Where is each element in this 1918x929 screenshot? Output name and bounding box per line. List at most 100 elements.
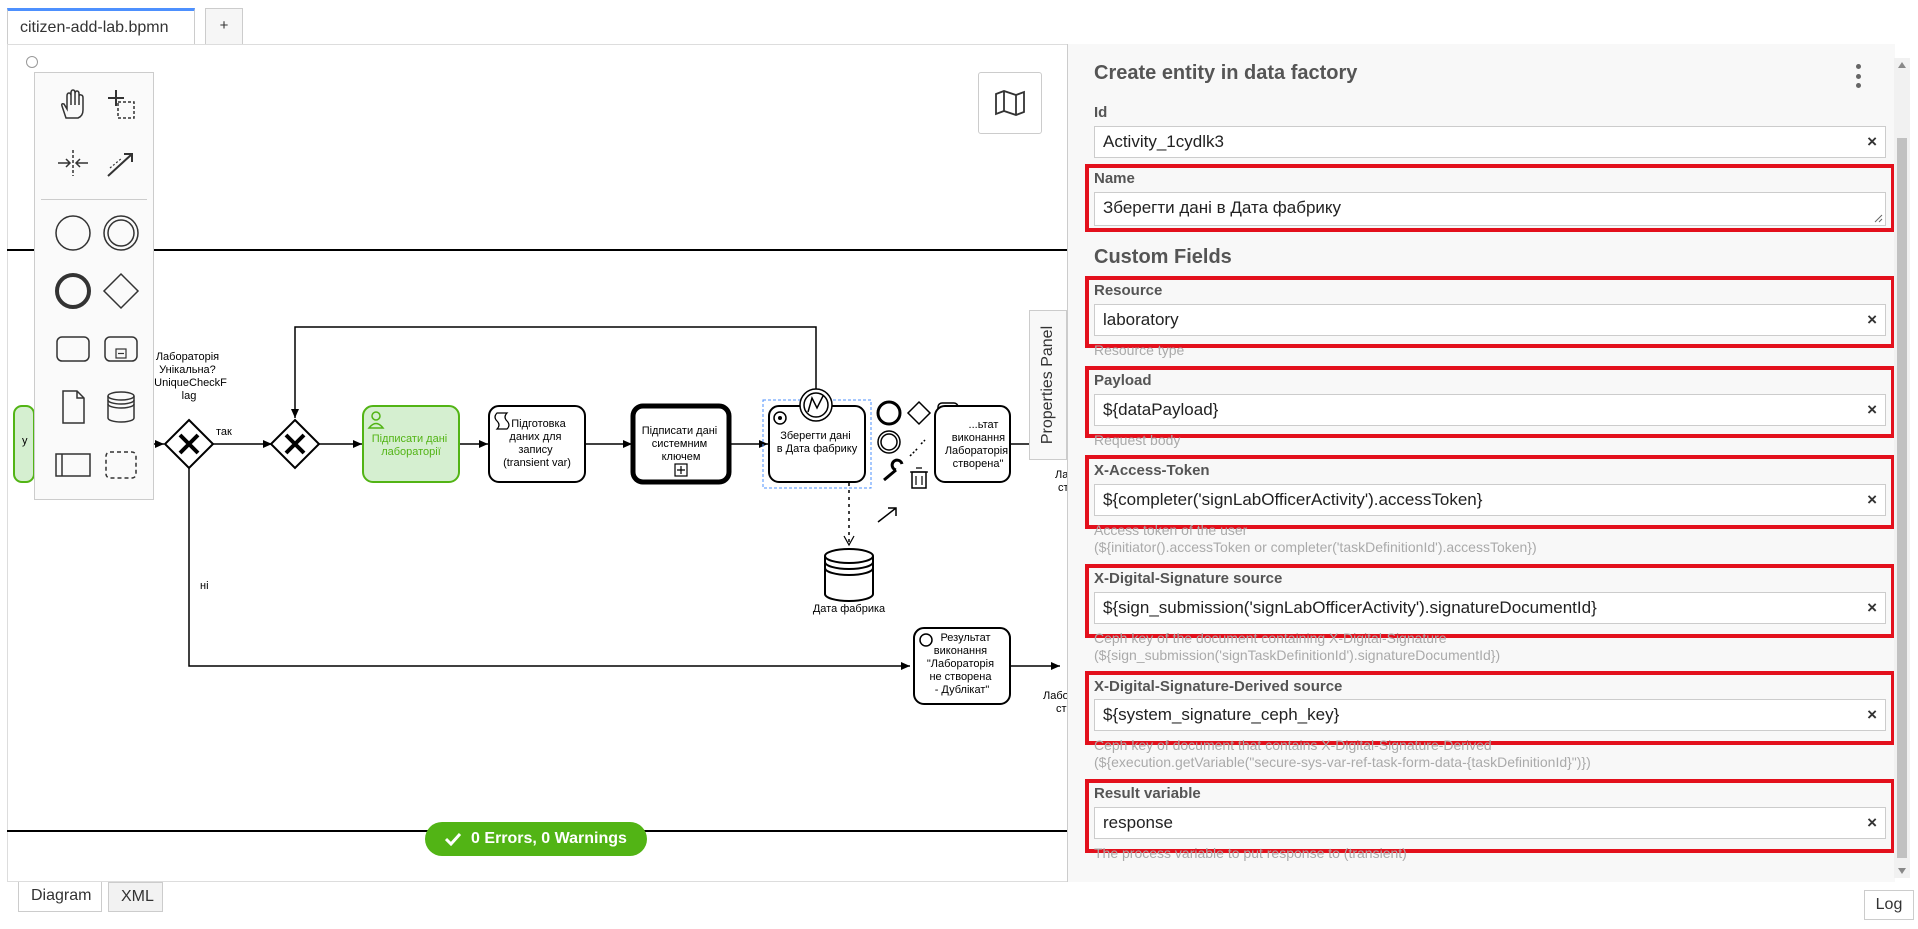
scrollbar-thumb[interactable] — [1897, 138, 1907, 858]
group-icon[interactable] — [99, 443, 143, 487]
tab-diagram[interactable]: Diagram — [18, 882, 102, 912]
panel-scrollbar[interactable] — [1894, 58, 1910, 878]
user-task-partial-label: у — [22, 435, 28, 447]
result-variable-value: response — [1103, 813, 1173, 832]
signature-source-clear-icon[interactable]: × — [1867, 593, 1877, 623]
derived-source-clear-icon[interactable]: × — [1867, 700, 1877, 730]
flow-loop-back[interactable] — [291, 326, 817, 418]
signature-source-value: ${sign_submission('signLabOfficerActivit… — [1103, 598, 1597, 617]
connect-icon[interactable] — [877, 507, 897, 523]
derived-source-description: Ceph key of document that contains X-Dig… — [1094, 737, 1492, 753]
user-task-sign-lab-label: Підписати дані лабораторії — [372, 433, 451, 458]
append-gateway-icon[interactable] — [906, 400, 932, 426]
space-tool-icon[interactable] — [51, 141, 95, 185]
signature-source-label: X-Digital-Signature source — [1094, 570, 1283, 587]
payload-clear-icon[interactable]: × — [1867, 395, 1877, 425]
signature-source-description: Ceph key of the document containing X-Di… — [1094, 630, 1447, 646]
tab-file-label: citizen-add-lab.bpmn — [20, 19, 169, 36]
access-token-input[interactable]: ${completer('signLabOfficerActivity').ac… — [1094, 484, 1886, 516]
validation-status[interactable]: 0 Errors, 0 Warnings — [425, 822, 647, 856]
payload-label: Payload — [1094, 372, 1152, 389]
intermediate-event-icon[interactable] — [99, 211, 143, 255]
id-input[interactable]: Activity_1cydlk3 × — [1094, 126, 1886, 158]
derived-source-description-2: (${execution.getVariable("secure-sys-var… — [1094, 754, 1591, 770]
wrench-icon[interactable] — [883, 458, 904, 482]
resource-input[interactable]: laboratory × — [1094, 304, 1886, 336]
name-textarea[interactable]: Зберегти дані в Дата фабрику — [1094, 192, 1886, 226]
data-object-icon[interactable] — [51, 385, 95, 429]
append-end-event-icon[interactable] — [876, 400, 902, 426]
start-event-icon[interactable] — [51, 211, 95, 255]
checkmark-icon — [445, 832, 462, 846]
panel-title: Create entity in data factory — [1094, 62, 1358, 84]
pool-icon[interactable] — [51, 443, 95, 487]
scroll-down-icon[interactable] — [1898, 868, 1906, 874]
data-store-icon[interactable] — [99, 385, 143, 429]
id-label: Id — [1094, 104, 1108, 121]
result-variable-input[interactable]: response × — [1094, 807, 1886, 839]
access-token-clear-icon[interactable]: × — [1867, 485, 1877, 515]
result-variable-description: The process variable to put response to … — [1094, 845, 1407, 861]
tab-xml[interactable]: XML — [108, 882, 163, 912]
id-value: Activity_1cydlk3 — [1103, 132, 1224, 151]
signature-source-description-2: (${sign_submission('signTaskDefinitionId… — [1094, 647, 1501, 663]
add-tab-button[interactable]: + — [205, 8, 243, 44]
gateway-question-label: Лабораторія Унікальна? bUniqueCheckF lag — [148, 351, 230, 402]
exclusive-gateway-merge[interactable] — [269, 418, 321, 470]
end-event-duplicate-label-partial-2: ст — [1056, 703, 1067, 715]
tab-file[interactable]: citizen-add-lab.bpmn — [7, 8, 195, 68]
id-clear-icon[interactable]: × — [1867, 127, 1877, 157]
minimap-icon — [995, 90, 1025, 116]
name-label: Name — [1094, 170, 1135, 187]
palette-separator — [41, 199, 147, 200]
resource-value: laboratory — [1103, 310, 1179, 329]
resource-description: Resource type — [1094, 342, 1185, 358]
service-task-save-label: Зберегти дані в Дата фабрику — [777, 430, 858, 455]
resource-clear-icon[interactable]: × — [1867, 305, 1877, 335]
payload-description: Request body — [1094, 432, 1181, 448]
tab-bar: citizen-add-lab.bpmn + — [0, 0, 1918, 68]
connect-tool-icon[interactable] — [99, 141, 143, 185]
gateway-icon[interactable] — [99, 269, 143, 313]
hand-tool-icon[interactable] — [51, 83, 95, 127]
subprocess-icon[interactable] — [99, 327, 143, 371]
properties-panel-toggle[interactable]: Properties Panel — [1029, 310, 1067, 460]
log-button[interactable]: Log — [1864, 890, 1914, 920]
derived-source-input[interactable]: ${system_signature_ceph_key} × — [1094, 699, 1886, 731]
data-store[interactable] — [824, 548, 874, 602]
signature-source-input[interactable]: ${sign_submission('signLabOfficerActivit… — [1094, 592, 1886, 624]
flow-yes-label: так — [216, 426, 232, 438]
exclusive-gateway-unique-check[interactable] — [163, 418, 215, 470]
access-token-label: X-Access-Token — [1094, 462, 1210, 479]
validation-status-text: 0 Errors, 0 Warnings — [471, 830, 627, 847]
resource-label: Resource — [1094, 282, 1163, 299]
task-icon[interactable] — [51, 327, 95, 371]
access-token-description-2: (${initiator().accessToken or completer(… — [1094, 539, 1537, 555]
resize-grip-icon[interactable] — [1873, 213, 1883, 223]
data-store-label: Дата фабрика — [813, 603, 886, 615]
access-token-description: Access token of the user — [1094, 522, 1248, 538]
result-variable-label: Result variable — [1094, 785, 1201, 802]
minimap-button[interactable] — [978, 72, 1042, 134]
tool-palette — [34, 72, 154, 500]
access-token-value: ${completer('signLabOfficerActivity').ac… — [1103, 490, 1483, 509]
flow-no[interactable] — [188, 468, 910, 670]
text-annotation-icon[interactable] — [909, 439, 926, 457]
scroll-up-icon[interactable] — [1898, 62, 1906, 68]
name-value: Зберегти дані в Дата фабрику — [1103, 198, 1342, 217]
lasso-tool-icon[interactable] — [99, 83, 143, 127]
boundary-error-event[interactable] — [799, 388, 833, 422]
menu-dots-icon[interactable] — [1851, 64, 1865, 88]
payload-input[interactable]: ${dataPayload} × — [1094, 394, 1886, 426]
custom-fields-title: Custom Fields — [1094, 246, 1232, 268]
end-event-icon[interactable] — [51, 269, 95, 313]
derived-source-label: X-Digital-Signature-Derived source — [1094, 678, 1343, 695]
script-task-result-created[interactable] — [934, 405, 1011, 483]
flow-no-label: ні — [200, 580, 209, 592]
trash-icon[interactable] — [911, 471, 927, 489]
properties-panel: Create entity in data factory Id Activit… — [1067, 44, 1895, 882]
derived-source-value: ${system_signature_ceph_key} — [1103, 705, 1340, 724]
properties-panel-toggle-label: Properties Panel — [1039, 325, 1057, 445]
result-variable-clear-icon[interactable]: × — [1867, 808, 1877, 838]
bpmn-canvas[interactable]: у так ні Лабораторія Унікальна? bUniqueC… — [0, 44, 1070, 884]
